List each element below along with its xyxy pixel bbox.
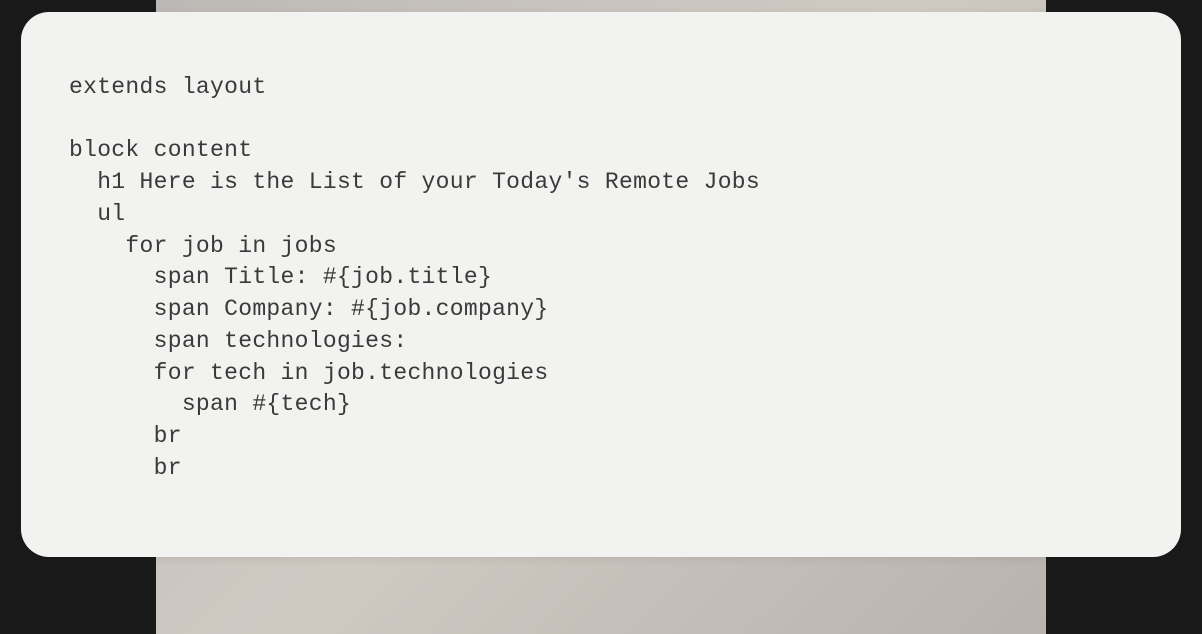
code-content: extends layout block content h1 Here is … [69, 72, 1133, 485]
code-snippet-card: extends layout block content h1 Here is … [21, 12, 1181, 557]
